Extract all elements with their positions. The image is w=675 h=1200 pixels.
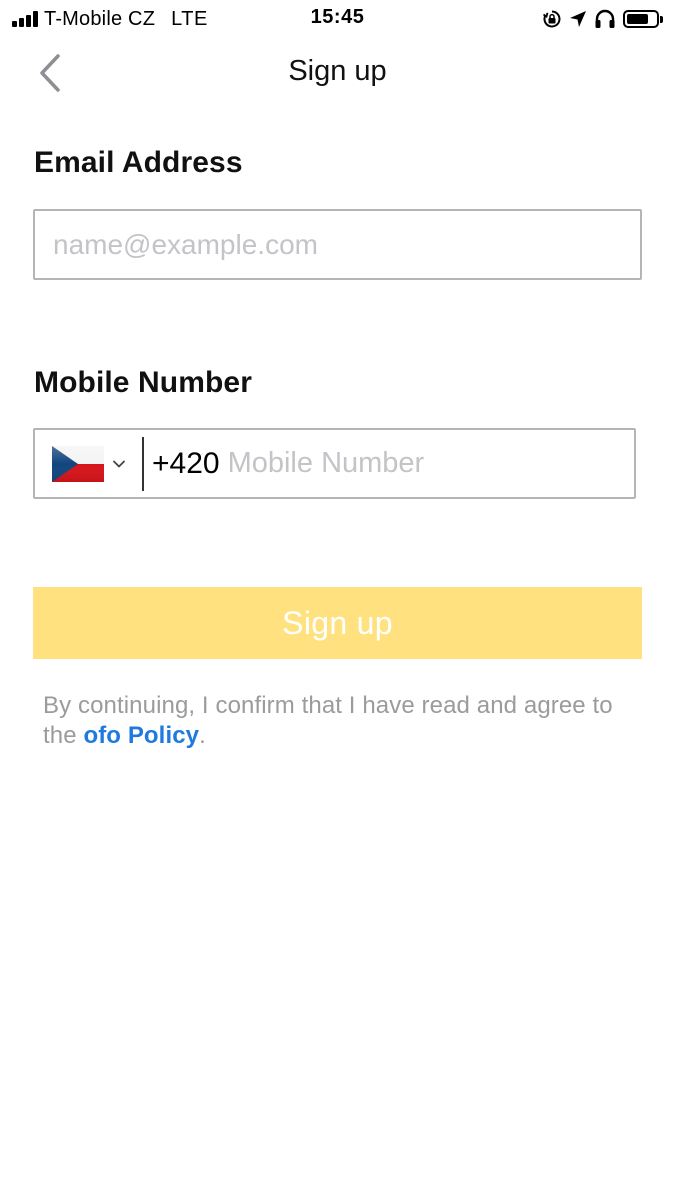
status-right — [542, 7, 663, 31]
battery-icon — [623, 10, 659, 28]
headphones-icon — [595, 9, 615, 28]
sign-up-button[interactable]: Sign up — [33, 587, 642, 659]
country-code-picker[interactable] — [35, 430, 142, 497]
navigation-bar: Sign up — [0, 38, 675, 108]
orientation-lock-icon — [543, 10, 561, 28]
location-arrow-icon — [570, 11, 586, 27]
email-input[interactable] — [33, 209, 642, 280]
mobile-label: Mobile Number — [34, 366, 252, 399]
email-label: Email Address — [34, 146, 243, 179]
dial-code: +420 — [152, 446, 220, 480]
ofo-policy-link[interactable]: ofo Policy — [83, 722, 199, 749]
field-divider — [142, 436, 144, 491]
czech-flag-icon — [52, 445, 104, 482]
page-title: Sign up — [288, 55, 387, 87]
battery-indicator — [623, 10, 663, 28]
status-bar: T-Mobile CZ LTE 15:45 — [0, 0, 675, 38]
battery-cap — [660, 15, 663, 23]
mobile-number-field: +420 — [33, 428, 636, 499]
battery-fill — [627, 14, 648, 24]
chevron-down-icon — [113, 460, 125, 467]
mobile-number-input[interactable] — [227, 447, 634, 480]
terms-text: By continuing, I confirm that I have rea… — [43, 691, 643, 751]
terms-text-after: . — [199, 722, 206, 749]
